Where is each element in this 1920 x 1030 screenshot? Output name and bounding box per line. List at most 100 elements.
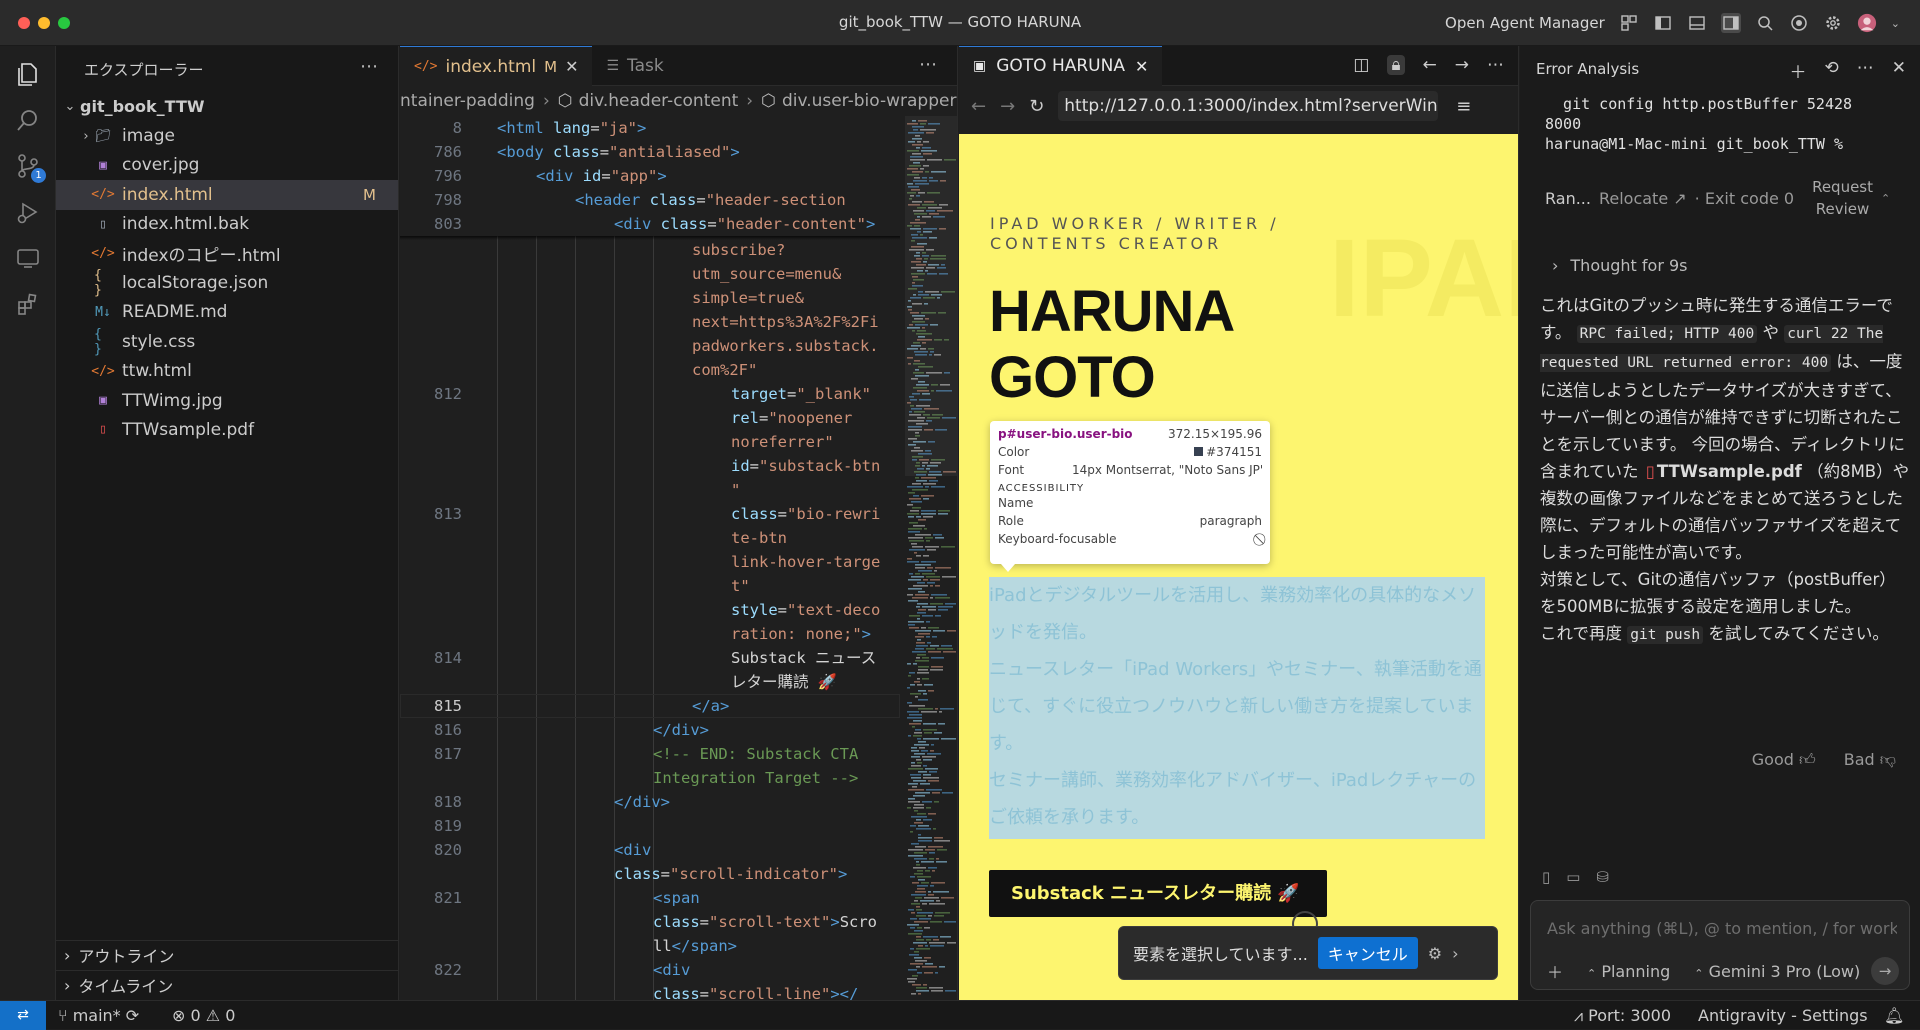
- open-agent-manager-button[interactable]: Open Agent Manager: [1445, 14, 1605, 32]
- plus-icon[interactable]: ＋: [1547, 959, 1563, 983]
- code-line[interactable]: ration: none;">: [400, 622, 900, 646]
- arrow-right-icon[interactable]: →: [1455, 55, 1469, 75]
- explorer-root-folder[interactable]: ⌄ git_book_TTW: [56, 92, 398, 121]
- code-line[interactable]: com%2F": [400, 358, 900, 382]
- code-line[interactable]: rel="noopener: [400, 406, 900, 430]
- lock-icon[interactable]: 🔒︎: [1387, 55, 1405, 75]
- code-line[interactable]: 813 class="bio-rewri: [400, 502, 900, 526]
- search-icon[interactable]: [1755, 13, 1775, 33]
- substack-cta-button[interactable]: Substack ニュースレター購読 🚀: [989, 870, 1327, 917]
- terminal-icon[interactable]: ▭: [1566, 868, 1580, 886]
- code-line[interactable]: utm_source=menu&: [400, 262, 900, 286]
- toggle-panel-icon[interactable]: [1687, 13, 1707, 33]
- sticky-scroll-line[interactable]: 803 <div class="header-content">: [400, 212, 900, 236]
- bell-icon[interactable]: 🔔︎: [1884, 1006, 1904, 1025]
- code-line[interactable]: style="text-deco: [400, 598, 900, 622]
- code-line[interactable]: 821 <span: [400, 886, 900, 910]
- timeline-section[interactable]: › タイムライン: [56, 970, 399, 999]
- breadcrumb-item[interactable]: ntainer-padding: [400, 91, 535, 111]
- source-control-icon[interactable]: 1: [14, 152, 46, 183]
- file-icon[interactable]: ▯: [1542, 868, 1550, 886]
- chrome-icon[interactable]: [1789, 13, 1809, 33]
- file-tree-item[interactable]: </> index.html M: [56, 180, 398, 210]
- code-line[interactable]: padworkers.substack.: [400, 334, 900, 358]
- problems-indicator[interactable]: ⊗ 0 ⚠ 0: [172, 1006, 235, 1025]
- file-tree-item[interactable]: ▣ cover.jpg: [56, 151, 398, 180]
- code-line[interactable]: ll</span>: [400, 934, 900, 958]
- arrow-left-icon[interactable]: ←: [1423, 55, 1437, 75]
- more-actions-icon[interactable]: ⋯: [1857, 58, 1874, 83]
- code-line[interactable]: 816 </div>: [400, 718, 900, 742]
- close-icon[interactable]: ✕: [1892, 58, 1906, 83]
- code-line[interactable]: 819: [400, 814, 900, 838]
- breadcrumb-item[interactable]: div.user-bio-wrapper: [782, 91, 957, 111]
- breadcrumb-item[interactable]: div.header-content: [579, 91, 739, 111]
- tab-task[interactable]: ☰ Task: [592, 46, 677, 86]
- code-line[interactable]: simple=true&: [400, 286, 900, 310]
- user-bio-highlight[interactable]: iPadとデジタルツールを活用し、業務効率化の具体的なメソッドを発信。 ニュース…: [989, 577, 1485, 839]
- chevron-up-icon[interactable]: ⌃: [1881, 192, 1890, 205]
- file-tree-item[interactable]: </> ttw.html: [56, 357, 398, 386]
- tab-goto-haruna[interactable]: ▣ GOTO HARUNA ✕: [959, 46, 1163, 86]
- port-indicator[interactable]: ⩘ Port: 3000: [1574, 1006, 1671, 1026]
- code-line[interactable]: 822 <div: [400, 958, 900, 982]
- code-line[interactable]: 815 </a>: [400, 694, 900, 718]
- code-line[interactable]: subscribe?: [400, 238, 900, 262]
- file-tree-item[interactable]: ▯ TTWsample.pdf: [56, 415, 398, 444]
- file-tree-item[interactable]: { } style.css: [56, 327, 398, 357]
- code-line[interactable]: Integration Target -->: [400, 766, 900, 790]
- split-editor-icon[interactable]: ◫: [1353, 55, 1369, 75]
- good-button[interactable]: Good 👍︎: [1752, 750, 1816, 770]
- toggle-primary-sidebar-icon[interactable]: [1653, 13, 1673, 33]
- sticky-scroll-line[interactable]: 796 <div id="app">: [400, 164, 900, 188]
- code-line[interactable]: 820 <div: [400, 838, 900, 862]
- layout-icon[interactable]: [1619, 13, 1639, 33]
- request-review-button[interactable]: Request Review: [1812, 176, 1873, 220]
- code-line[interactable]: 818 </div>: [400, 790, 900, 814]
- sticky-scroll-line[interactable]: 786 <body class="antialiased">: [400, 140, 900, 164]
- history-icon[interactable]: ⟲: [1825, 58, 1839, 83]
- toggle-secondary-sidebar-icon[interactable]: [1720, 13, 1741, 33]
- file-tree-item[interactable]: › 📁︎ image: [56, 121, 398, 150]
- code-editor[interactable]: subscribe? utm_source=menu& simple=true& ne…: [400, 116, 900, 1000]
- thought-toggle[interactable]: › Thought for 9s: [1552, 256, 1688, 275]
- minimap[interactable]: [905, 116, 957, 1000]
- url-input[interactable]: http://127.0.0.1:3000/index.html?serverW…: [1058, 91, 1439, 121]
- outline-section[interactable]: › アウトライン: [56, 940, 399, 969]
- code-line[interactable]: 817 <!-- END: Substack CTA: [400, 742, 900, 766]
- code-line[interactable]: class="scroll-text">Scro: [400, 910, 900, 934]
- settings-indicator[interactable]: Antigravity - Settings: [1698, 1006, 1868, 1025]
- back-arrow-icon[interactable]: ←: [971, 96, 986, 117]
- agent-chat-input[interactable]: Ask anything (⌘L), @ to mention, / for w…: [1530, 900, 1910, 990]
- tab-index-html[interactable]: </> index.html M ✕: [400, 46, 593, 86]
- picker-cancel-button[interactable]: キャンセル: [1317, 937, 1418, 969]
- code-line[interactable]: noreferrer": [400, 430, 900, 454]
- more-actions-icon[interactable]: ⋯: [360, 56, 378, 77]
- pdf-file-link[interactable]: ▯ TTWsample.pdf: [1644, 462, 1802, 481]
- code-line[interactable]: t": [400, 574, 900, 598]
- explorer-files-icon[interactable]: [14, 60, 42, 88]
- code-line[interactable]: レター購読 🚀: [400, 670, 900, 694]
- send-button[interactable]: →: [1871, 957, 1899, 985]
- branch-indicator[interactable]: ⑂ main* ⟳: [58, 1006, 139, 1025]
- relocate-link[interactable]: Relocate ↗: [1599, 189, 1687, 208]
- gear-icon[interactable]: ⚙︎: [1428, 944, 1442, 963]
- plus-icon[interactable]: ＋: [1790, 58, 1807, 83]
- code-line[interactable]: class="scroll-line"></: [400, 982, 900, 1000]
- sticky-scroll-line[interactable]: 798 <header class="header-section: [400, 188, 900, 212]
- code-line[interactable]: 814 Substack ニュース: [400, 646, 900, 670]
- search-icon[interactable]: [14, 106, 42, 134]
- database-icon[interactable]: ⛁: [1596, 868, 1609, 886]
- file-tree-item[interactable]: ▯ index.html.bak: [56, 210, 398, 239]
- code-line[interactable]: class="scroll-indicator">: [400, 862, 900, 886]
- chevron-right-icon[interactable]: ›: [1452, 944, 1458, 963]
- more-actions-icon[interactable]: ⋯: [1487, 55, 1504, 75]
- remote-indicator-icon[interactable]: ⇄: [0, 1001, 46, 1030]
- code-line[interactable]: 812 target="_blank": [400, 382, 900, 406]
- avatar[interactable]: [1857, 13, 1877, 33]
- hamburger-menu-icon[interactable]: ≡: [1456, 96, 1471, 117]
- account-chevron-down-icon[interactable]: ⌄: [1891, 17, 1900, 30]
- bad-button[interactable]: Bad 👎︎: [1844, 750, 1896, 770]
- file-tree-item[interactable]: </> indexのコピー.html: [56, 239, 398, 268]
- sticky-scroll-line[interactable]: 8 <html lang="ja">: [400, 116, 900, 140]
